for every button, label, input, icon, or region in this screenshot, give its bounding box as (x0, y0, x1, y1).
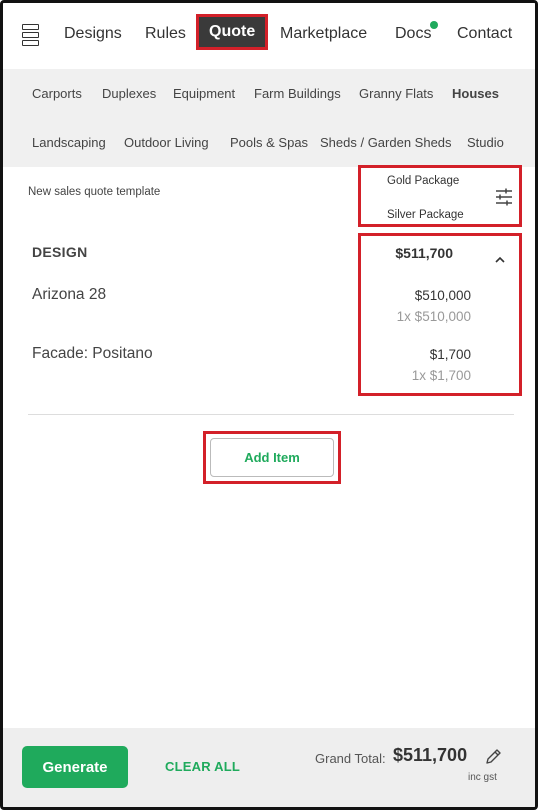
tax-note: inc gst (468, 772, 497, 783)
top-nav: Designs Rules Quote Marketplace Docs Con… (3, 3, 535, 69)
pencil-edit-icon[interactable] (484, 748, 502, 766)
nav-designs[interactable]: Designs (64, 25, 122, 43)
section-title: DESIGN (32, 244, 88, 260)
add-item-button[interactable]: Add Item (210, 438, 334, 477)
category-landscaping[interactable]: Landscaping (32, 135, 106, 150)
footer-bar: Generate CLEAR ALL Grand Total: $511,700… (3, 728, 535, 807)
line-item-unit-price: 1x $510,000 (396, 309, 471, 324)
package-silver[interactable]: Silver Package (387, 209, 464, 221)
add-item-highlight: Add Item (203, 431, 341, 484)
line-item-name: Facade: Positano (32, 345, 153, 362)
nav-quote[interactable]: Quote (195, 14, 269, 50)
grand-total-value: $511,700 (393, 745, 468, 765)
nav-contact[interactable]: Contact (457, 25, 512, 43)
section-total: $511,700 (395, 245, 453, 261)
line-item-unit-price: 1x $1,700 (411, 368, 471, 383)
line-item-price: $1,700 (429, 347, 471, 362)
menu-icon[interactable] (22, 24, 39, 50)
category-duplexes[interactable]: Duplexes (102, 86, 156, 101)
category-equipment[interactable]: Equipment (173, 86, 235, 101)
category-farm-buildings[interactable]: Farm Buildings (254, 86, 341, 101)
category-carports[interactable]: Carports (32, 86, 82, 101)
price-column: $511,700 $510,000 1x $510,000 $1,700 1x … (358, 233, 522, 396)
clear-all-button[interactable]: CLEAR ALL (165, 759, 240, 774)
quote-template-label: New sales quote template (28, 186, 161, 198)
category-sheds-garden-sheds[interactable]: Sheds / Garden Sheds (320, 135, 452, 150)
nav-marketplace[interactable]: Marketplace (280, 25, 367, 43)
category-bar: Carports Duplexes Equipment Farm Buildin… (3, 69, 535, 167)
generate-button[interactable]: Generate (22, 746, 128, 788)
chevron-up-icon[interactable] (495, 252, 505, 263)
line-item-name: Arizona 28 (32, 286, 107, 303)
package-gold[interactable]: Gold Package (387, 175, 459, 187)
category-studio[interactable]: Studio (467, 135, 504, 150)
category-pools-spas[interactable]: Pools & Spas (230, 135, 308, 150)
docs-notification-badge (430, 21, 438, 29)
nav-docs[interactable]: Docs (395, 25, 431, 43)
nav-rules[interactable]: Rules (145, 25, 186, 43)
section-divider (28, 414, 514, 415)
grand-total-label: Grand Total: (315, 751, 386, 766)
line-item-price: $510,000 (414, 288, 471, 303)
category-houses[interactable]: Houses (452, 86, 499, 101)
app-frame: Designs Rules Quote Marketplace Docs Con… (0, 0, 538, 810)
filter-sliders-icon[interactable] (495, 188, 513, 206)
package-selector: Gold Package Silver Package (358, 165, 522, 227)
category-granny-flats[interactable]: Granny Flats (359, 86, 433, 101)
category-outdoor-living[interactable]: Outdoor Living (124, 135, 209, 150)
